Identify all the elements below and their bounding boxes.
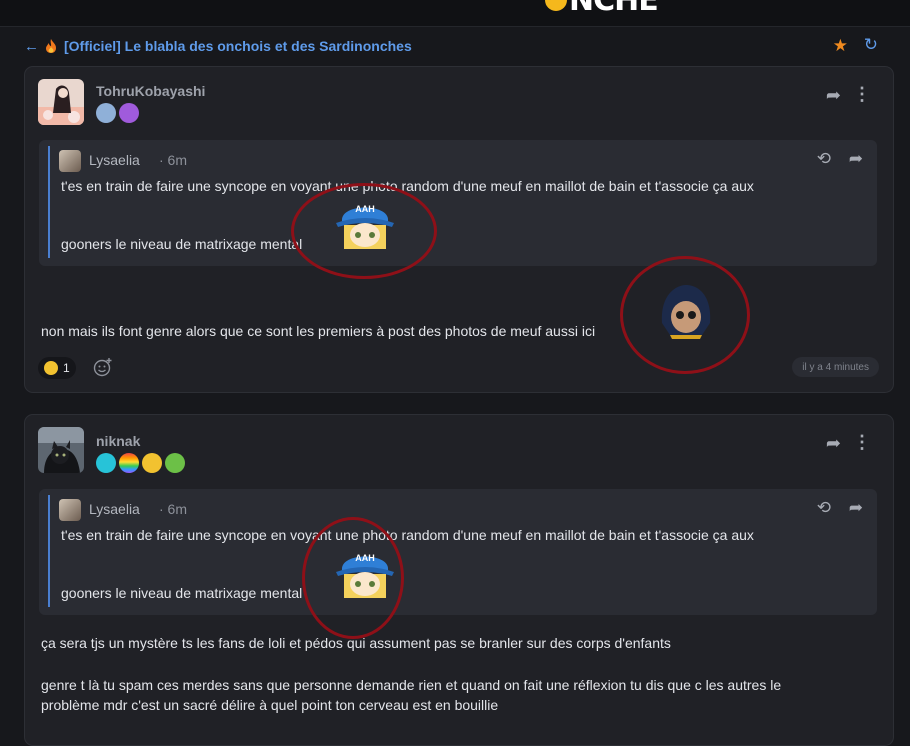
- reaction-chip[interactable]: 1: [38, 357, 76, 379]
- arrow-left-icon[interactable]: ←: [24, 38, 40, 55]
- quote-text-line: gooners le niveau de matrixage mental: [61, 236, 303, 252]
- quote-block: Lysaelia · 6m ⟲ ➦ t'es en train de faire…: [39, 140, 877, 266]
- history-icon[interactable]: ⟲: [817, 498, 831, 518]
- flame-icon: [46, 39, 56, 53]
- reaction-count: 1: [63, 361, 70, 375]
- drink-badge-icon[interactable]: [165, 453, 185, 473]
- post-body-text: problème mdr c'est un sacré délire à que…: [41, 697, 499, 713]
- smiley-badge-icon[interactable]: [142, 453, 162, 473]
- post-timestamp: il y a 4 minutes: [792, 357, 879, 377]
- emoji-icon: [44, 361, 58, 375]
- more-options-icon[interactable]: ⋮: [853, 84, 871, 105]
- quote-author[interactable]: Lysaelia: [89, 501, 140, 517]
- topic-bar: ← [Officiel] Le blabla des onchois et de…: [24, 34, 892, 58]
- avatar[interactable]: [38, 79, 84, 125]
- quote-bar: [48, 146, 50, 258]
- dollar-badge-icon[interactable]: [119, 103, 139, 123]
- username[interactable]: TohruKobayashi: [96, 83, 205, 99]
- refresh-icon[interactable]: ↻: [864, 35, 878, 55]
- post-card: niknak ➦ ⋮ Lysaelia · 6m ⟲ ➦ t'es en tra…: [24, 414, 894, 746]
- badge-list: [96, 453, 185, 473]
- star-badge-icon[interactable]: [96, 453, 116, 473]
- share-icon[interactable]: ➦: [826, 85, 841, 106]
- top-bar: NCHE: [0, 0, 910, 27]
- quote-text-line: t'es en train de faire une syncope en vo…: [61, 527, 754, 543]
- topic-title[interactable]: [Officiel] Le blabla des onchois et des …: [64, 38, 412, 54]
- logo-coin-icon: [545, 0, 567, 11]
- logo-text: NCHE: [569, 0, 659, 18]
- star-badge-icon[interactable]: [96, 103, 116, 123]
- quote-block: Lysaelia · 6m ⟲ ➦ t'es en train de faire…: [39, 489, 877, 615]
- post-body-text: non mais ils font genre alors que ce son…: [41, 323, 596, 339]
- share-icon[interactable]: ➦: [826, 433, 841, 454]
- rainbow-badge-icon[interactable]: [119, 453, 139, 473]
- quote-time: · 6m: [159, 501, 187, 517]
- quote-avatar[interactable]: [59, 499, 81, 521]
- share-icon[interactable]: ➦: [849, 149, 863, 169]
- username[interactable]: niknak: [96, 433, 140, 449]
- share-icon[interactable]: ➦: [849, 498, 863, 518]
- site-logo[interactable]: NCHE: [545, 0, 659, 18]
- post-body-text: genre t là tu spam ces merdes sans que p…: [41, 677, 782, 693]
- quote-author[interactable]: Lysaelia: [89, 152, 140, 168]
- avatar[interactable]: [38, 427, 84, 473]
- quote-avatar[interactable]: [59, 150, 81, 172]
- more-options-icon[interactable]: ⋮: [853, 432, 871, 453]
- quote-bar: [48, 495, 50, 607]
- highlight-circle: [291, 183, 437, 279]
- post-card: TohruKobayashi ➦ ⋮ Lysaelia · 6m ⟲ ➦ t'e…: [24, 66, 894, 393]
- star-icon[interactable]: ★: [833, 36, 848, 56]
- quote-time: · 6m: [159, 152, 187, 168]
- highlight-circle: [620, 256, 750, 374]
- badge-list: [96, 103, 139, 123]
- add-reaction-icon[interactable]: [93, 357, 113, 377]
- history-icon[interactable]: ⟲: [817, 149, 831, 169]
- quote-text-line: gooners le niveau de matrixage mental: [61, 585, 303, 601]
- highlight-circle: [302, 517, 404, 639]
